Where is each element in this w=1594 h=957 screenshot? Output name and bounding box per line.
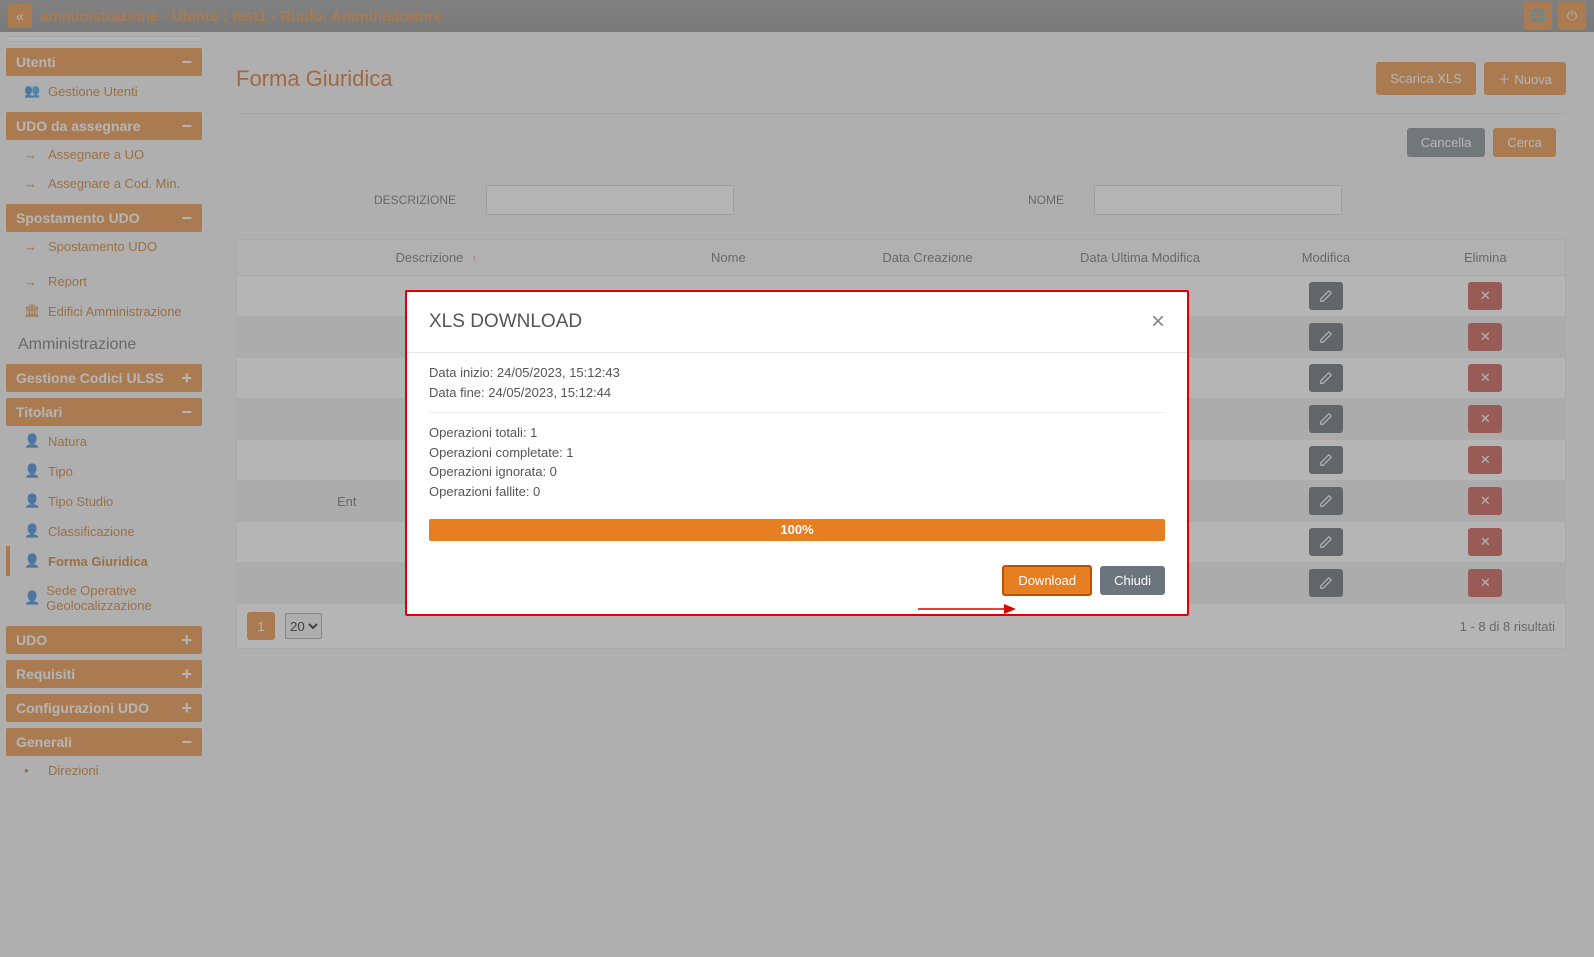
modal-ops-failed: Operazioni fallite: 0 — [429, 482, 1165, 502]
modal-ops-ignored: Operazioni ignorata: 0 — [429, 462, 1165, 482]
modal-start-time: Data inizio: 24/05/2023, 15:12:43 — [429, 363, 1165, 383]
modal-close-button[interactable]: × — [1151, 308, 1165, 336]
chiudi-button[interactable]: Chiudi — [1100, 566, 1165, 595]
modal-ops-completed: Operazioni completate: 1 — [429, 443, 1165, 463]
download-button[interactable]: Download — [1002, 565, 1092, 596]
modal-overlay: XLS DOWNLOAD × Data inizio: 24/05/2023, … — [0, 0, 1594, 957]
progress-bar: 100% — [429, 519, 1165, 541]
xls-download-modal: XLS DOWNLOAD × Data inizio: 24/05/2023, … — [405, 290, 1189, 616]
modal-title: XLS DOWNLOAD — [429, 311, 582, 333]
modal-end-time: Data fine: 24/05/2023, 15:12:44 — [429, 383, 1165, 403]
modal-ops-total: Operazioni totali: 1 — [429, 423, 1165, 443]
